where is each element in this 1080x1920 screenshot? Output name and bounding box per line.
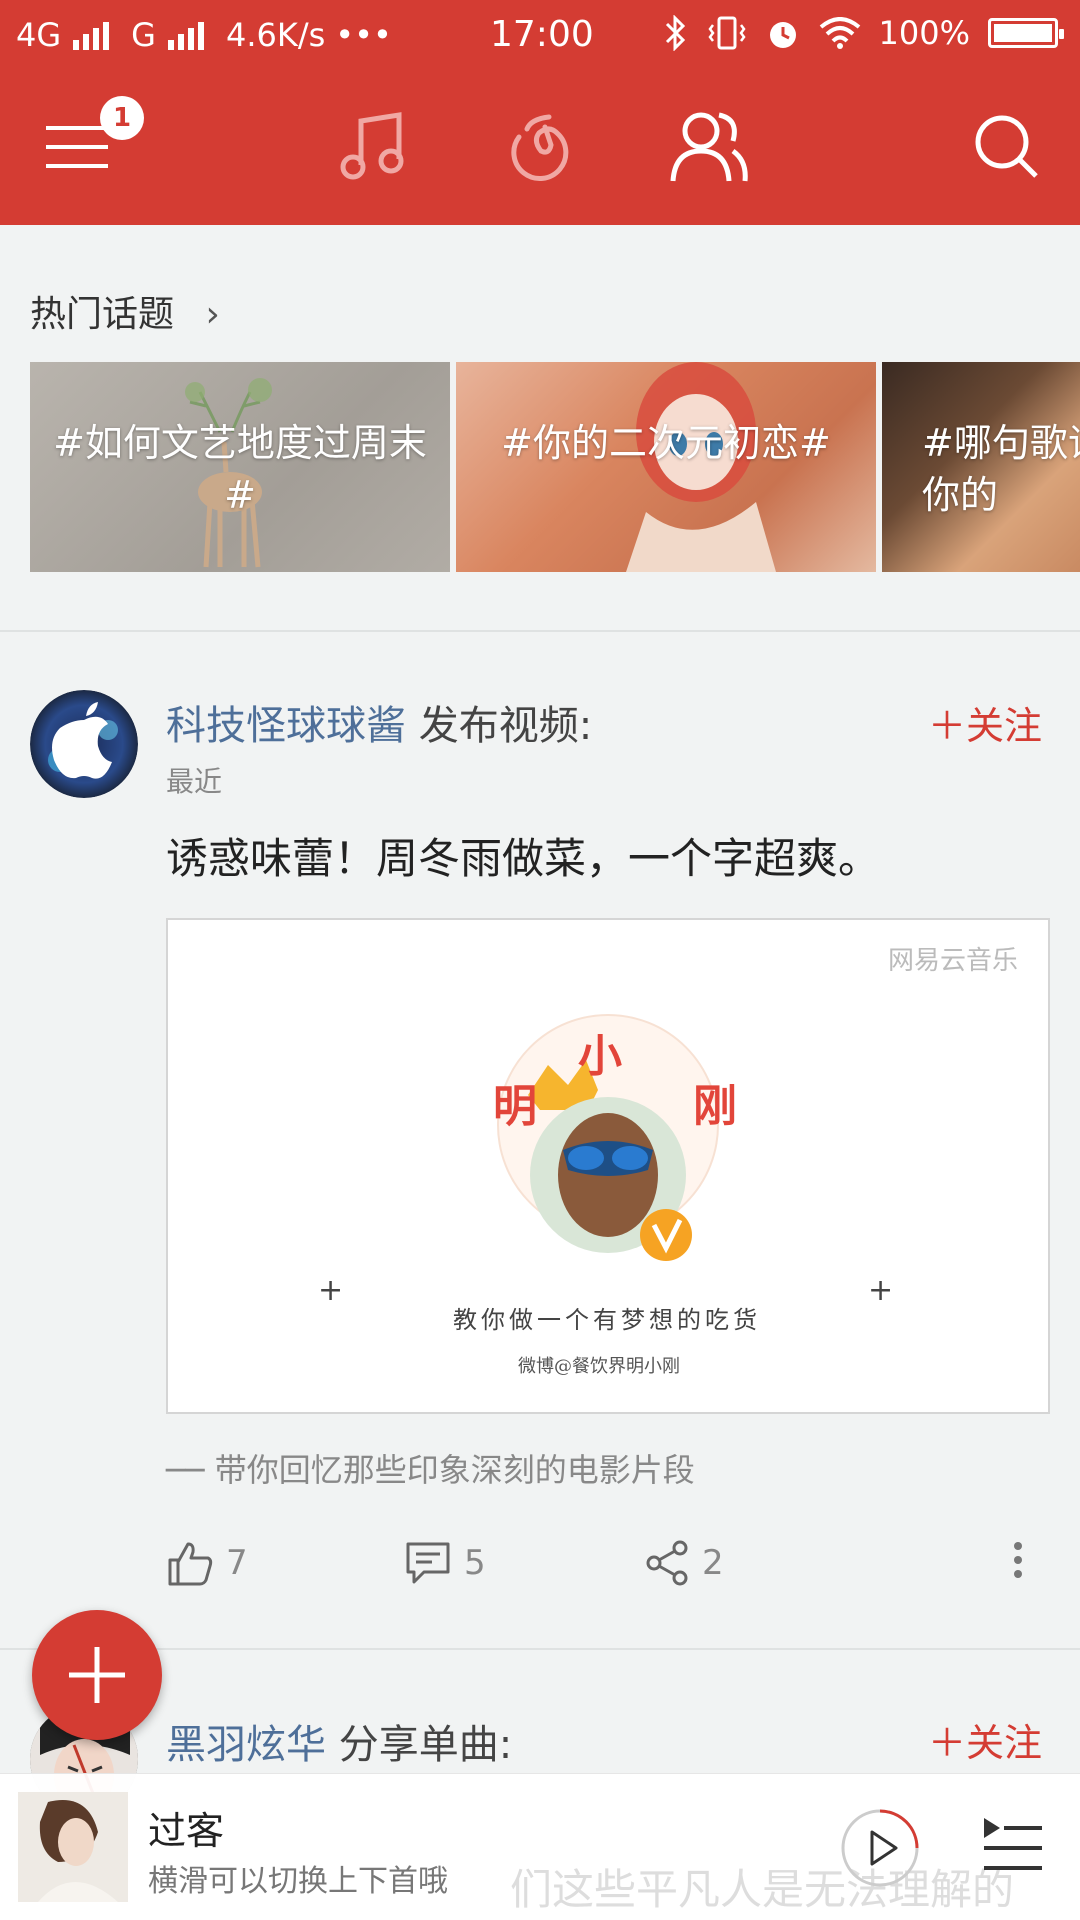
avatar[interactable] [30, 690, 138, 798]
post-action: 分享单曲: [326, 1722, 513, 1768]
topic-card-text: #如何文艺地度过周末# [53, 421, 427, 517]
plus-icon: ＋ [927, 1721, 966, 1765]
album-cover-image [18, 1792, 128, 1902]
svg-text:+: + [318, 1273, 343, 1308]
music-icon [340, 112, 404, 180]
battery-percent: 100% [878, 14, 970, 52]
follow-label: 关注 [965, 704, 1042, 748]
follow-button[interactable]: ＋关注 [928, 695, 1042, 750]
author-name-link[interactable]: 黑羽炫华 [166, 1722, 326, 1768]
plus-icon: ＋ [927, 704, 966, 748]
video-signature: 微博@餐饮界明小刚 [518, 1356, 680, 1377]
net-speed: 4.6K/s [225, 16, 326, 54]
share-count: 2 [702, 1543, 724, 1583]
player-hint: 横滑可以切换上下首哦 [148, 1864, 448, 1899]
notification-badge: 1 [100, 96, 144, 140]
like-count: 7 [226, 1543, 248, 1583]
top-toolbar: 1 [0, 72, 1080, 225]
tab-music[interactable] [328, 102, 418, 192]
video-caption-char: 刚 [693, 1081, 737, 1132]
video-slogan: 教你做一个有梦想的吃货 [453, 1306, 761, 1334]
topic-card-text: #你的二次元初恋# [501, 421, 831, 465]
follow-button[interactable]: ＋关注 [928, 1712, 1042, 1767]
play-circle-icon [841, 1809, 919, 1887]
play-button[interactable] [840, 1808, 920, 1892]
hot-topics-header[interactable]: 热门话题 › [30, 285, 220, 337]
signal-icon-2 [167, 22, 204, 50]
status-bar: 4G G 4.6K/s ••• 17:00 100% [0, 0, 1080, 72]
tab-radio[interactable] [496, 102, 586, 192]
apple-logo-avatar [30, 690, 138, 798]
share-icon [646, 1540, 688, 1586]
chevron-right-icon: › [205, 294, 220, 335]
section-divider [0, 630, 1080, 632]
more-vertical-icon [1014, 1542, 1022, 1578]
post-quote: ── 带你回忆那些印象深刻的电影片段 [166, 1451, 695, 1489]
clock: 17:00 [490, 14, 594, 55]
network-label: 4G [16, 16, 62, 54]
alarm-icon [769, 22, 796, 48]
signal-icon [73, 22, 110, 50]
post-author-line: 科技怪球球酱 发布视频: [166, 693, 592, 751]
topic-card-text: #哪句歌词代表你的 [922, 421, 1080, 517]
comment-count: 5 [464, 1543, 486, 1583]
vibrate-icon [707, 16, 746, 50]
network-label-2: G [131, 16, 156, 54]
section-divider [0, 1648, 1080, 1650]
video-caption-char: 明 [493, 1081, 537, 1132]
post-time: 最近 [166, 765, 223, 798]
svg-text:+: + [868, 1273, 893, 1308]
video-caption-char: 小 [578, 1031, 622, 1082]
search-icon [975, 115, 1038, 178]
topic-card[interactable]: #哪句歌词代表你的 [882, 362, 1080, 572]
menu-icon [46, 126, 108, 168]
post-author-line: 黑羽炫华 分享单曲: [166, 1712, 512, 1770]
follow-label: 关注 [965, 1721, 1042, 1765]
like-button[interactable]: 7 [166, 1540, 248, 1586]
hot-topics-title: 热门话题 [30, 294, 175, 335]
comment-button[interactable]: 5 [404, 1540, 486, 1586]
album-cover[interactable] [18, 1792, 128, 1902]
topic-card[interactable]: #如何文艺地度过周末# [30, 362, 450, 572]
netease-logo-icon [511, 114, 569, 182]
thumbs-up-icon [168, 1542, 213, 1586]
create-post-button[interactable] [32, 1610, 162, 1740]
playlist-button[interactable] [980, 1814, 1046, 1878]
bluetooth-icon [665, 15, 685, 51]
more-options-button[interactable] [1012, 1540, 1024, 1580]
song-title: 过客 [148, 1809, 225, 1853]
post-text: 诱惑味蕾！周冬雨做菜，一个字超爽。 [166, 834, 881, 883]
comment-icon [406, 1542, 450, 1584]
post-actions: 7 5 2 [166, 1540, 1046, 1600]
post-action: 发布视频: [406, 703, 593, 749]
mini-player[interactable]: 们这些平凡人是无法理解的 过客 横滑可以切换上下首哦 [0, 1773, 1080, 1920]
scrolling-lyrics: 们这些平凡人是无法理解的 [510, 1865, 1015, 1914]
playlist-icon [984, 1818, 1042, 1870]
author-name-link[interactable]: 科技怪球球酱 [166, 703, 406, 749]
more-dots: ••• [335, 16, 392, 54]
topic-card[interactable]: #你的二次元初恋# [456, 362, 876, 572]
search-button[interactable] [962, 102, 1052, 192]
plus-icon [69, 1647, 125, 1703]
wifi-icon [819, 17, 860, 49]
share-button[interactable]: 2 [644, 1540, 724, 1586]
battery-icon [988, 18, 1064, 48]
tab-friends[interactable] [664, 102, 754, 192]
video-player[interactable]: 网易云音乐 + + 小 明 刚 教你做一个有梦想的吃货 微博@餐饮界明小刚 [166, 918, 1050, 1414]
video-thumbnail: + + [318, 1014, 893, 1308]
friends-icon [670, 112, 748, 182]
